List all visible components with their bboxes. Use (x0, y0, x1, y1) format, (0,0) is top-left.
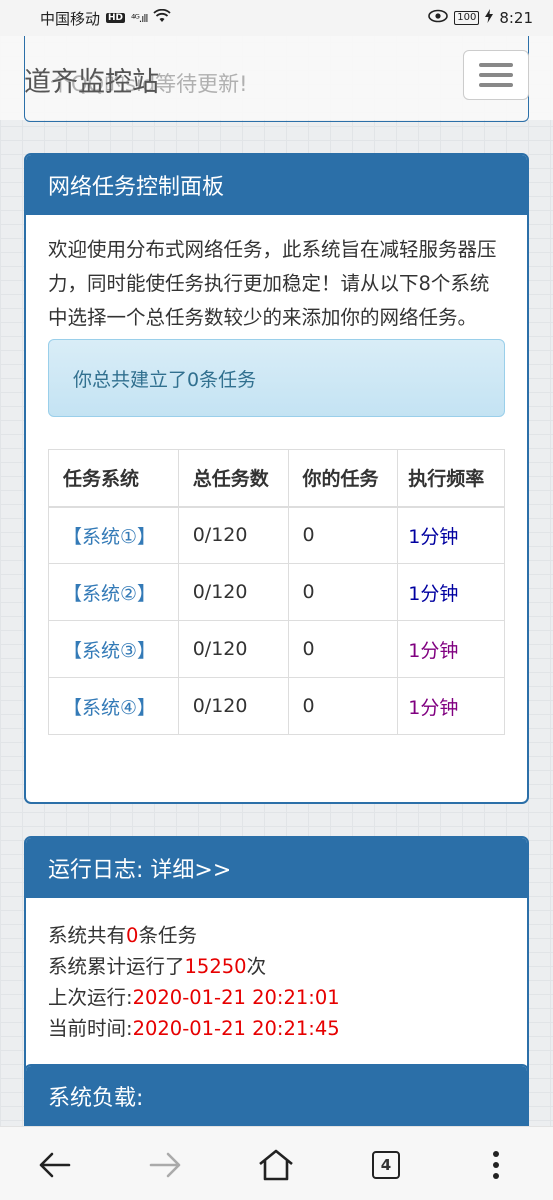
last-run-value: 2020-01-21 20:21:01 (132, 986, 340, 1009)
total-tasks-cell: 0/120 (177, 677, 289, 735)
forward-icon[interactable] (146, 1145, 186, 1185)
carrier-label: 中国移动 (40, 9, 101, 28)
table-row: 【系统①】 0/120 0 1分钟 (48, 506, 505, 564)
column-header: 你的任务 (287, 449, 399, 508)
table-row: 【系统④】 0/120 0 1分钟 (48, 677, 505, 735)
frequency-cell: 1分钟 (397, 620, 505, 678)
total-tasks-cell: 0/120 (177, 506, 289, 564)
frequency-cell: 1分钟 (397, 677, 505, 735)
battery-icon: 100 (454, 11, 480, 25)
run-count-line: 系统累计运行了15250次 (48, 951, 505, 982)
home-icon[interactable] (256, 1145, 296, 1185)
system-link[interactable]: 【系统②】 (48, 563, 179, 621)
my-tasks-cell: 0 (287, 620, 399, 678)
more-menu-icon[interactable] (476, 1145, 516, 1185)
last-run-line: 上次运行:2020-01-21 20:21:01 (48, 982, 505, 1013)
log-label: 系统累计运行了 (48, 955, 185, 978)
frequency-cell: 1分钟 (397, 506, 505, 564)
log-label: 次 (246, 955, 267, 978)
log-label: 当前时间: (48, 1017, 133, 1040)
menu-toggle-button[interactable] (463, 50, 529, 100)
load-panel-title: 系统负载: (26, 1066, 527, 1126)
top-navbar: 个QQ的sid等待更新! 道齐监控站 (0, 36, 553, 122)
browser-bottom-nav: 4 (0, 1126, 553, 1200)
system-link[interactable]: 【系统④】 (48, 677, 179, 735)
table-row: 【系统③】 0/120 0 1分钟 (48, 620, 505, 678)
panel-title: 网络任务控制面板 (26, 155, 527, 215)
log-label: 上次运行: (48, 986, 133, 1009)
wifi-icon (153, 8, 172, 27)
my-tasks-cell: 0 (287, 563, 399, 621)
my-tasks-cell: 0 (287, 677, 399, 735)
eye-icon (428, 9, 449, 27)
signal-icon: ⁴ᴳ.ıll (131, 11, 148, 25)
frequency-cell: 1分钟 (397, 563, 505, 621)
current-time-line: 当前时间:2020-01-21 20:21:45 (48, 1013, 505, 1044)
hamburger-line (479, 83, 513, 87)
current-time-value: 2020-01-21 20:21:45 (132, 1017, 340, 1040)
hamburger-line (479, 63, 513, 67)
hamburger-line (479, 73, 513, 77)
run-count-value: 15250 (184, 955, 247, 978)
total-tasks-cell: 0/120 (177, 563, 289, 621)
back-icon[interactable] (34, 1145, 74, 1185)
system-link[interactable]: 【系统③】 (48, 620, 179, 678)
tabs-count-icon: 4 (372, 1151, 400, 1179)
intro-text: 欢迎使用分布式网络任务，此系统旨在减轻服务器压力，同时能使任务执行更加稳定！请从… (48, 238, 497, 329)
total-tasks-cell: 0/120 (177, 620, 289, 678)
task-count-alert: 你总共建立了0条任务 (48, 339, 505, 417)
hd-icon: HD (106, 13, 126, 23)
status-bar: 中国移动 HD ⁴ᴳ.ıll 100 8:21 (0, 0, 553, 36)
my-tasks-cell: 0 (287, 506, 399, 564)
table-row: 【系统②】 0/120 0 1分钟 (48, 563, 505, 621)
task-total-value: 0 (126, 924, 139, 947)
log-label: 条任务 (138, 924, 197, 947)
system-link[interactable]: 【系统①】 (48, 506, 179, 564)
column-header: 总任务数 (177, 449, 289, 508)
column-header: 执行频率 (397, 449, 505, 508)
log-label: 系统共有 (48, 924, 127, 947)
log-panel-title[interactable]: 运行日志: 详细>> (26, 838, 527, 898)
task-total-line: 系统共有0条任务 (48, 920, 505, 951)
site-brand[interactable]: 道齐监控站 (24, 60, 159, 99)
column-header: 任务系统 (48, 449, 179, 508)
task-control-panel: 网络任务控制面板 欢迎使用分布式网络任务，此系统旨在减轻服务器压力，同时能使任务… (24, 153, 529, 804)
task-system-table: 任务系统 总任务数 你的任务 执行频率 【系统①】 0/120 0 1分钟 【系… (48, 449, 505, 735)
clock-time: 8:21 (499, 9, 533, 27)
charging-icon (485, 9, 494, 27)
tabs-button[interactable]: 4 (366, 1145, 406, 1185)
